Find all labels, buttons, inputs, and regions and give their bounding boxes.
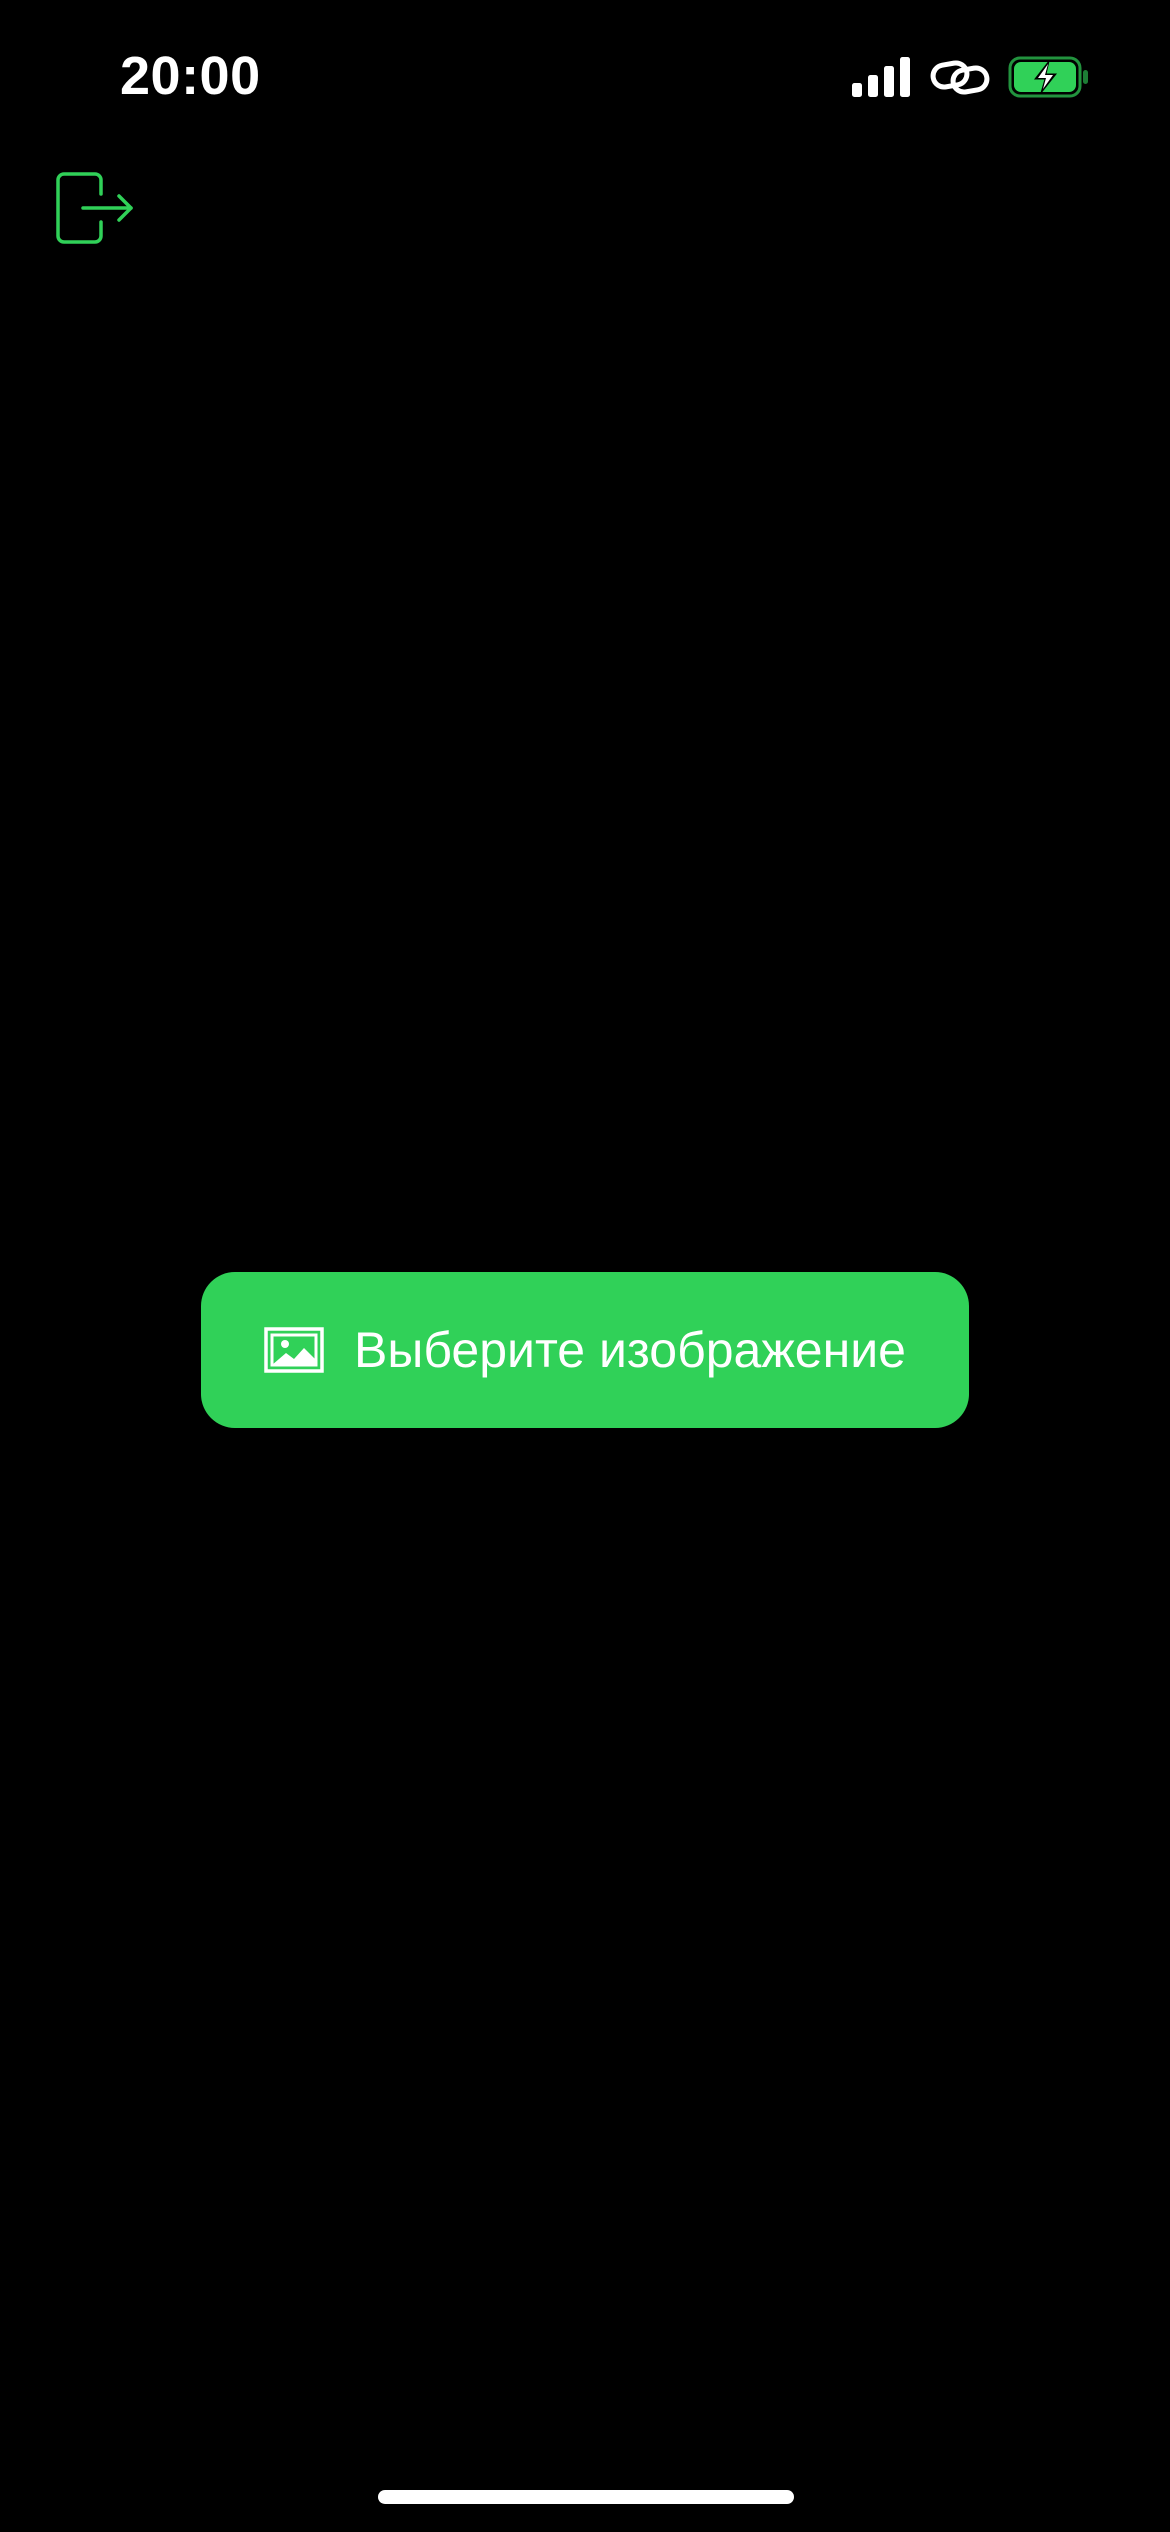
logout-icon — [56, 172, 133, 244]
select-image-label: Выберите изображение — [354, 1322, 906, 1378]
logout-button[interactable] — [50, 168, 140, 250]
status-icons — [852, 54, 1090, 100]
select-image-button[interactable]: Выберите изображение — [201, 1272, 969, 1428]
photo-icon — [264, 1327, 324, 1373]
signal-icon — [852, 57, 910, 97]
status-time: 20:00 — [120, 46, 261, 106]
status-bar: 20:00 — [0, 0, 1170, 150]
battery-charging-icon — [1008, 56, 1088, 98]
link-icon — [930, 60, 990, 95]
home-indicator[interactable] — [378, 2490, 794, 2504]
